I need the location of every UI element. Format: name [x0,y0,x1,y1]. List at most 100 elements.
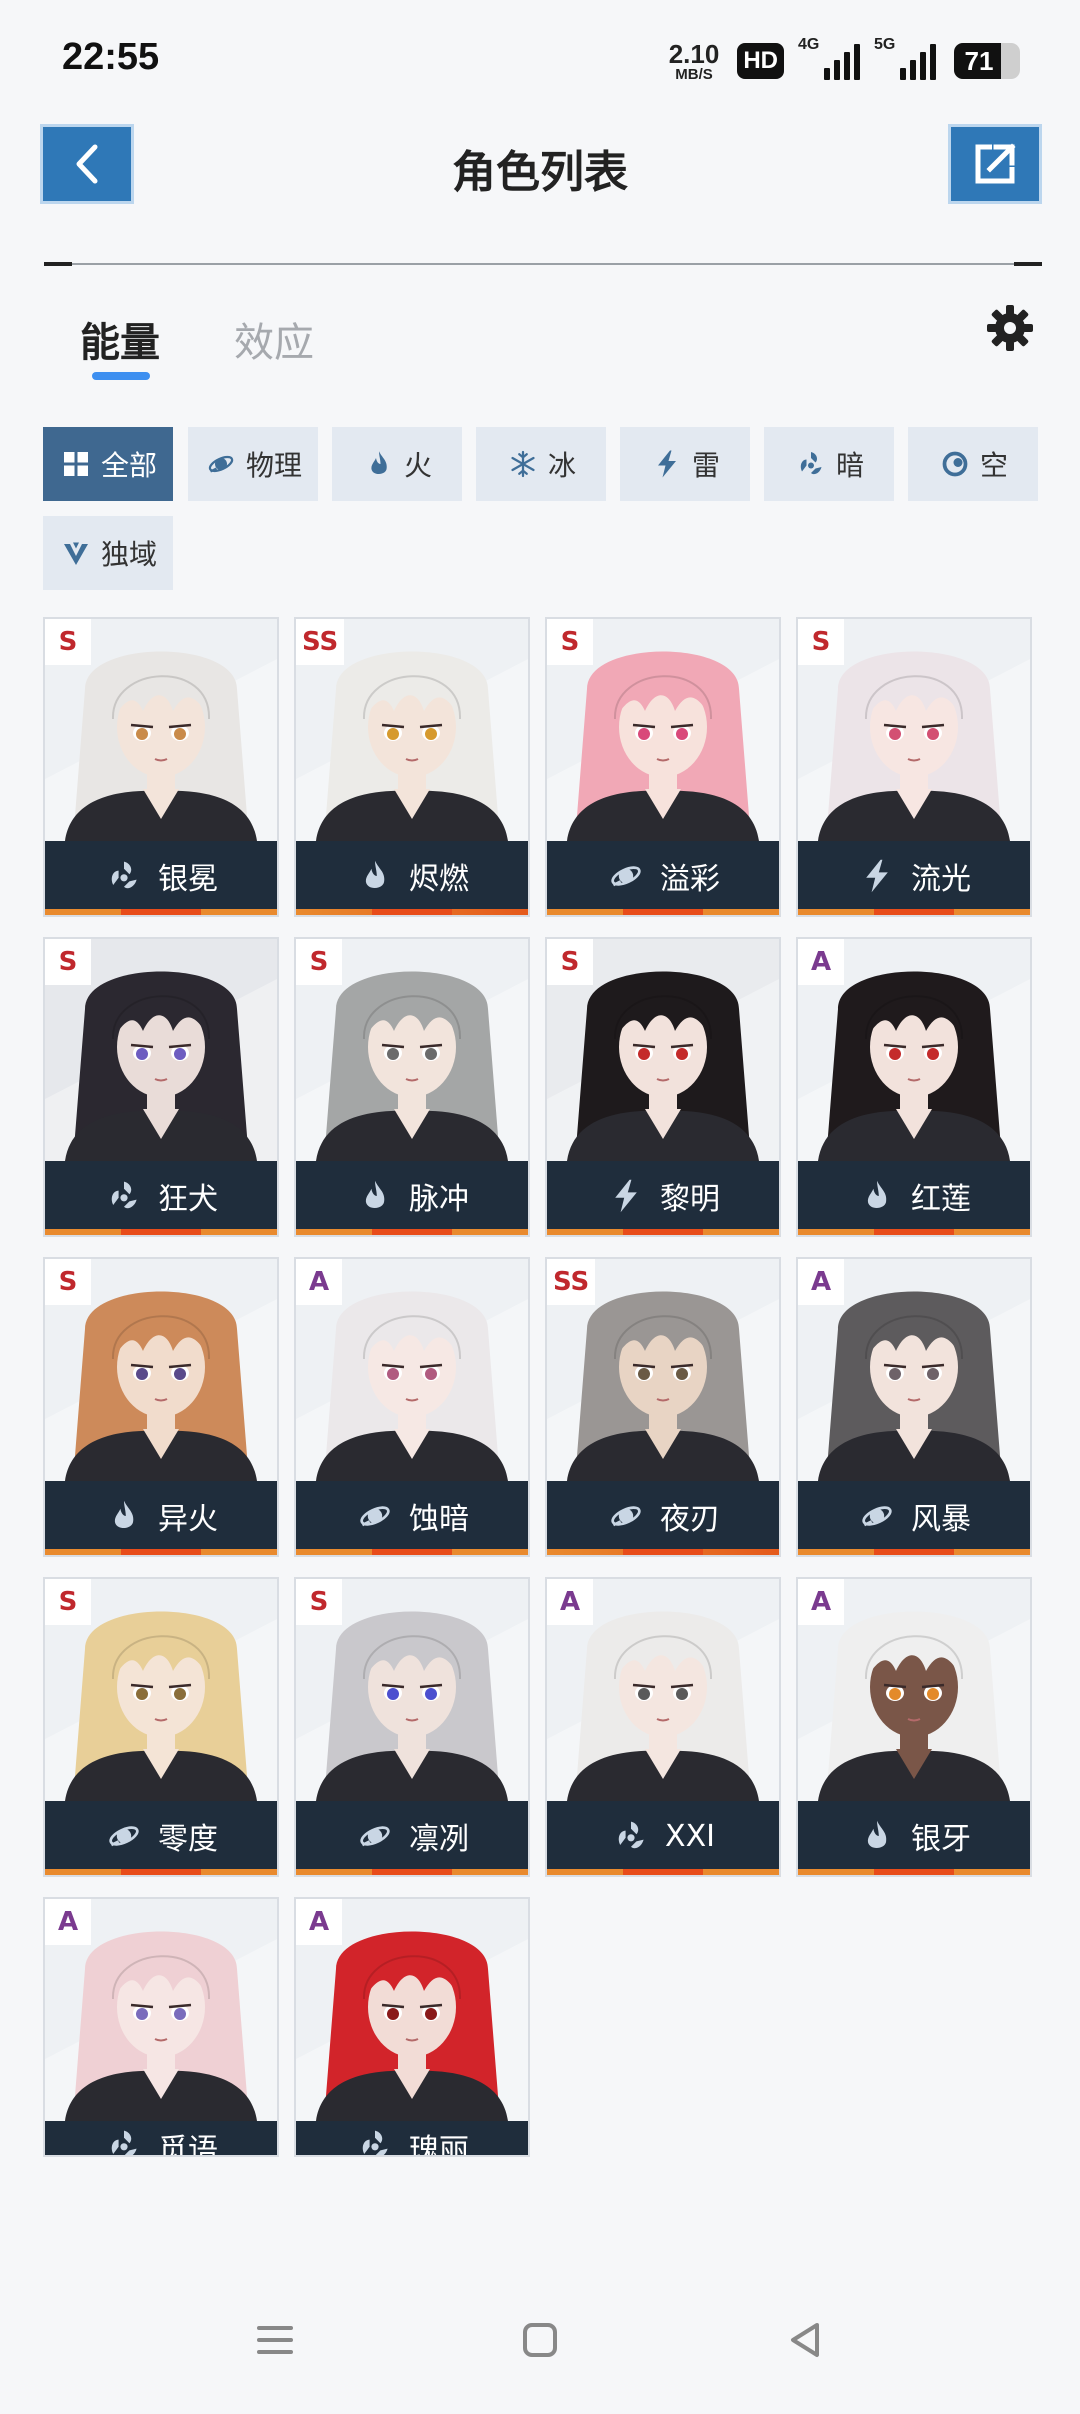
character-name-bar: 银冕 [45,841,277,911]
rank-badge: S [45,1259,91,1305]
fire-icon [362,447,396,481]
character-card[interactable]: A XXI [545,1577,781,1877]
character-name-bar: 觅语 [45,2121,277,2155]
character-name-bar: 银牙 [798,1801,1030,1871]
character-name: 凛冽 [409,1822,469,1857]
physical-icon [606,1496,646,1536]
void-icon [938,447,972,481]
fire-icon [104,1496,144,1536]
physical-icon [857,1496,897,1536]
character-card[interactable]: S 脉冲 [294,937,530,1237]
rank-badge: S [547,939,593,985]
character-name: 流光 [911,862,971,897]
character-card[interactable]: A 蚀暗 [294,1257,530,1557]
gear-icon[interactable] [984,302,1036,354]
rarity-stripe-accent [623,1869,703,1875]
tab-energy[interactable]: 能量 [80,310,160,368]
rarity-stripe [45,1229,277,1235]
character-name-bar: 黎明 [547,1161,779,1231]
rank-badge: A [296,1899,342,1945]
filter-chip-fire[interactable]: 火 [332,427,462,501]
character-card[interactable]: A 觅语 [43,1897,279,2157]
filter-chip-dark[interactable]: 暗 [764,427,894,501]
dark-icon [611,1816,651,1856]
rarity-stripe [296,909,528,915]
character-name: 溢彩 [660,862,720,897]
rarity-stripe-accent [623,1549,703,1555]
network-speed: 2.10 MB/S [669,41,720,82]
rarity-stripe [798,1229,1030,1235]
character-card[interactable]: S 黎明 [545,937,781,1237]
share-button[interactable] [948,124,1042,204]
rarity-stripe-accent [372,1869,452,1875]
character-card[interactable]: A 瑰丽 [294,1897,530,2157]
rank-badge: S [798,619,844,665]
rank-badge: A [798,1259,844,1305]
filter-chip-domain[interactable]: 独域 [43,516,173,590]
character-name-bar: 零度 [45,1801,277,1871]
character-name: 瑰丽 [409,2133,469,2157]
tab-effect[interactable]: 效应 [234,310,314,368]
status-indicators: 2.10 MB/S HD 4G 5G 71 [669,36,1020,84]
dark-icon [355,2125,395,2155]
network-speed-value: 2.10 [668,38,720,69]
filter-chip-thunder[interactable]: 雷 [620,427,750,501]
fire-icon [857,1816,897,1856]
character-card[interactable]: A 银牙 [796,1577,1032,1877]
character-name-bar: 烬燃 [296,841,528,911]
thunder-icon [857,856,897,896]
character-name: 夜刃 [660,1502,720,1537]
rarity-stripe-accent [121,909,201,915]
character-name: XXI [665,1818,715,1854]
character-name: 蚀暗 [409,1502,469,1537]
character-card[interactable]: S 狂犬 [43,937,279,1237]
back-triangle-icon [791,2323,819,2357]
rarity-stripe-accent [372,1229,452,1235]
character-name: 脉冲 [409,1182,469,1217]
rarity-stripe [547,1229,779,1235]
dark-icon [104,2125,144,2155]
character-card[interactable]: S 流光 [796,617,1032,917]
home-button[interactable] [510,2310,570,2370]
character-card[interactable]: SS 烬燃 [294,617,530,917]
character-name: 红莲 [911,1182,971,1217]
character-name-bar: 凛冽 [296,1801,528,1871]
filter-chip-grid[interactable]: 全部 [43,427,173,501]
rarity-stripe [45,1869,277,1875]
rank-badge: A [45,1899,91,1945]
physical-icon [355,1816,395,1856]
filter-chip-ice[interactable]: 冰 [476,427,606,501]
character-card[interactable]: S 零度 [43,1577,279,1877]
rank-badge: SS [547,1259,596,1305]
character-card[interactable]: SS 夜刃 [545,1257,781,1557]
character-name: 狂犬 [158,1182,218,1217]
character-name-bar: XXI [547,1801,779,1871]
rarity-stripe [296,1869,528,1875]
rarity-stripe [547,909,779,915]
character-card[interactable]: S 银冕 [43,617,279,917]
dark-icon [104,856,144,896]
rarity-stripe-accent [121,1229,201,1235]
character-card[interactable]: A 风暴 [796,1257,1032,1557]
filter-chip-void[interactable]: 空 [908,427,1038,501]
character-name-bar: 流光 [798,841,1030,911]
rarity-stripe [547,1869,779,1875]
app-header: 角色列表 [0,120,1080,280]
grid-icon [59,447,93,481]
character-card[interactable]: S 异火 [43,1257,279,1557]
character-name: 风暴 [911,1502,971,1537]
character-name: 零度 [158,1822,218,1857]
filter-chip-physical[interactable]: 物理 [188,427,318,501]
character-card[interactable]: S 凛冽 [294,1577,530,1877]
character-name-bar: 蚀暗 [296,1481,528,1551]
filter-chip-label: 火 [403,449,432,482]
rarity-stripe-accent [372,1549,452,1555]
character-name: 异火 [158,1502,218,1537]
character-card[interactable]: S 溢彩 [545,617,781,917]
recent-apps-button[interactable] [245,2310,305,2370]
fire-icon [355,856,395,896]
battery-icon: 71 [954,43,1020,79]
hd-voice-icon: HD [737,43,784,79]
character-card[interactable]: A 红莲 [796,937,1032,1237]
back-nav-button[interactable] [775,2310,835,2370]
